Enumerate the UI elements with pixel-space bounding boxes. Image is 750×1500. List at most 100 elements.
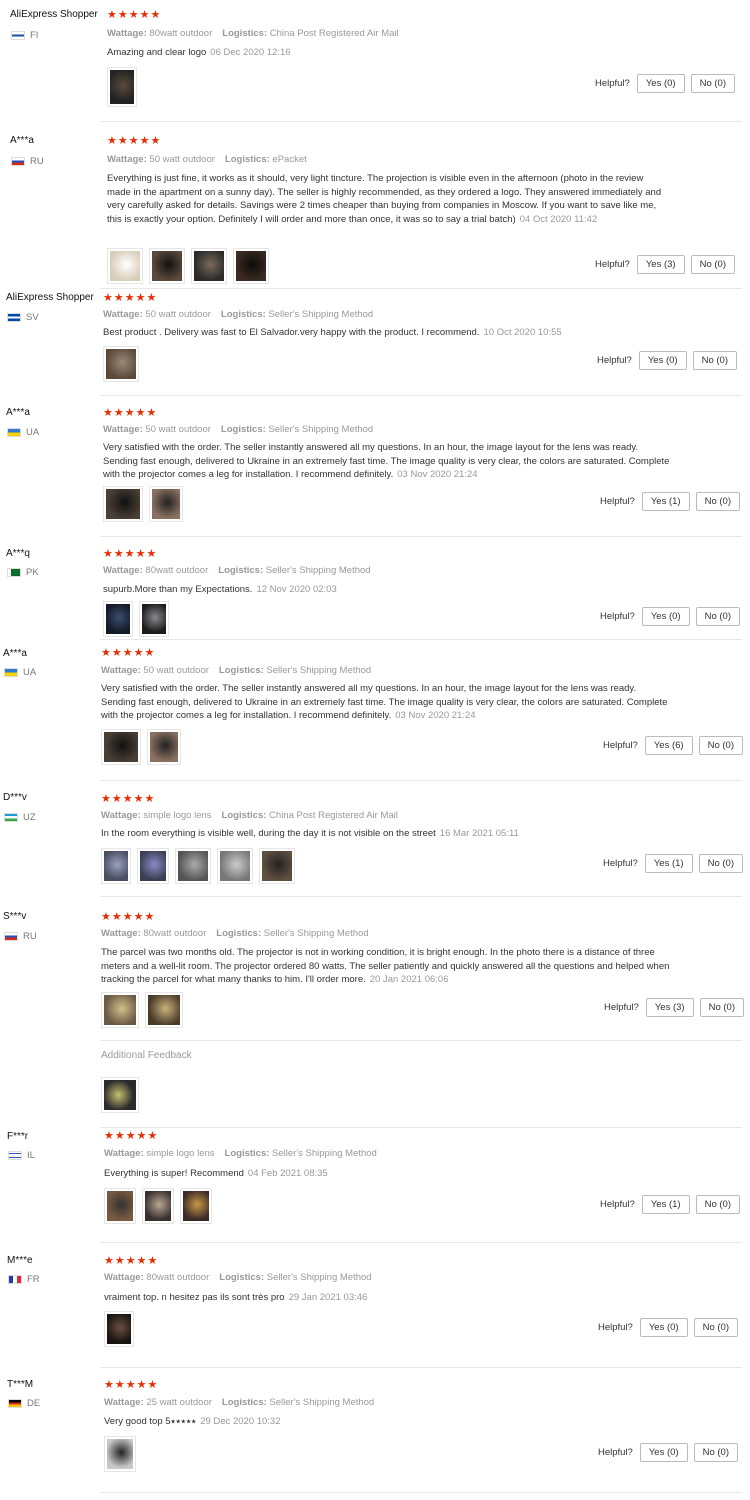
logo-projection-photo[interactable] [107, 248, 143, 284]
product-photo[interactable] [103, 346, 139, 382]
flag-icon [7, 568, 21, 577]
logistics-value: Seller's Shipping Method [266, 1272, 372, 1283]
mount-photo[interactable] [147, 729, 181, 765]
photo-image [152, 489, 180, 519]
wall-logo-photo[interactable] [101, 992, 139, 1028]
vote-no-button[interactable]: No (0) [693, 1318, 738, 1337]
vote-yes-button[interactable]: Yes (3) [645, 998, 694, 1017]
vote-yes-button[interactable]: Yes (1) [641, 492, 690, 511]
wattage-label: Wattage: [101, 810, 141, 821]
reviewer-country: IL [8, 1150, 35, 1161]
projector-box-photo[interactable] [101, 729, 141, 765]
lens-closeup-photo[interactable] [233, 248, 269, 284]
lens-photo[interactable] [191, 248, 227, 284]
logistics-label: Logistics: [220, 424, 266, 435]
photo-image [107, 1314, 131, 1344]
vote-yes-button[interactable]: Yes (1) [644, 854, 693, 873]
helpful-label: Helpful? [594, 259, 630, 270]
logistics-value: Seller's Shipping Method [268, 424, 374, 435]
review-item: A***a UA ★★★★★ Wattage: 50 watt outdoor Logi… [0, 396, 750, 537]
photo-image [104, 732, 138, 762]
review-photos [101, 848, 295, 884]
review-text: Everything is just fine, it works as it … [107, 172, 667, 227]
order-attributes: Wattage: 25 watt outdoor Logistics: Selle… [104, 1397, 374, 1408]
review-body: Best product . Delivery was fast to El S… [103, 327, 480, 338]
review-date: 06 Dec 2020 12:16 [210, 47, 291, 58]
photo-image [106, 489, 140, 519]
vote-yes-button[interactable]: Yes (3) [636, 255, 685, 274]
projector-unit-photo[interactable] [259, 848, 295, 884]
photo-image [194, 251, 224, 281]
wattage-value: simple logo lens [146, 1148, 215, 1159]
vote-yes-button[interactable]: Yes (1) [641, 1195, 690, 1214]
wall-logo-photo-2[interactable] [145, 992, 183, 1028]
vote-no-button[interactable]: No (0) [695, 492, 740, 511]
photo-image [220, 851, 250, 881]
reviewer-country: FR [8, 1274, 40, 1285]
wattage-value: 50 watt outdoor [143, 665, 209, 676]
star-rating: ★★★★★ [101, 647, 156, 659]
review-date: 12 Nov 2020 02:03 [256, 584, 337, 595]
projector-box-photo[interactable] [103, 486, 143, 522]
vote-no-button[interactable]: No (0) [695, 607, 740, 626]
review-item: AliExpress Shopper SV ★★★★★ Wattage: 50 wat… [0, 289, 750, 396]
device-photo[interactable] [104, 1436, 136, 1472]
room-projection-photo-2[interactable] [137, 848, 169, 884]
photo-image [107, 1439, 133, 1469]
star-rating: ★★★★★ [104, 1255, 159, 1267]
projector-table-photo[interactable] [175, 848, 211, 884]
vote-yes-button[interactable]: Yes (0) [636, 74, 685, 93]
wattage-label: Wattage: [104, 1272, 144, 1283]
vote-no-button[interactable]: No (0) [695, 1195, 740, 1214]
additional-logo-photo[interactable] [101, 1077, 139, 1113]
helpful-label: Helpful? [599, 1199, 635, 1210]
logistics-label: Logistics: [221, 1397, 267, 1408]
review-item: T***M DE ★★★★★ Wattage: 25 watt outdoor Logi… [0, 1368, 750, 1493]
review-date: 29 Dec 2020 10:32 [200, 1416, 281, 1427]
vote-yes-button[interactable]: Yes (0) [641, 607, 690, 626]
vote-no-button[interactable]: No (0) [690, 255, 735, 274]
additional-feedback-label: Additional Feedback [101, 1050, 192, 1061]
vote-no-button[interactable]: No (0) [698, 736, 743, 755]
logistics-label: Logistics: [218, 665, 264, 676]
vote-yes-button[interactable]: Yes (0) [638, 351, 687, 370]
review-body: Very satisfied with the order. The selle… [103, 442, 670, 481]
reviewer-country: UA [7, 427, 39, 438]
vote-no-button[interactable]: No (0) [690, 74, 735, 93]
country-code: RU [30, 156, 44, 167]
projection-night-photo[interactable] [103, 601, 133, 637]
reviewer-name: T***M [7, 1379, 34, 1390]
night-lamp-photo[interactable] [107, 67, 137, 107]
wattage-value: 25 watt outdoor [146, 1397, 212, 1408]
order-attributes: Wattage: 80watt outdoor Logistics: Seller… [103, 565, 371, 576]
vote-no-button[interactable]: No (0) [692, 351, 737, 370]
logistics-label: Logistics: [219, 1272, 265, 1283]
wattage-value: 50 watt outdoor [149, 154, 215, 165]
vote-yes-button[interactable]: Yes (0) [639, 1443, 688, 1462]
mount-photo[interactable] [149, 486, 183, 522]
review-photos [107, 248, 269, 284]
vote-yes-button[interactable]: Yes (0) [639, 1318, 688, 1337]
reviewer-country: FI [11, 30, 38, 41]
projector-photo[interactable] [149, 248, 185, 284]
vote-yes-button[interactable]: Yes (6) [644, 736, 693, 755]
review-item: AliExpress Shopper FI ★★★★★ Wattage: 80watt… [0, 0, 750, 122]
review-photos [104, 1311, 134, 1347]
projection-wall-photo[interactable] [139, 601, 169, 637]
wattage-label: Wattage: [101, 665, 141, 676]
projector-mounted-photo[interactable] [104, 1188, 136, 1224]
ceiling-photo[interactable] [142, 1188, 174, 1224]
star-rating: ★★★★★ [103, 407, 158, 419]
reviewer-name: A***q [6, 548, 30, 559]
dark-room-photo[interactable] [104, 1311, 134, 1347]
photo-image [142, 604, 166, 634]
photo-image [150, 732, 178, 762]
building-projection-photo[interactable] [180, 1188, 212, 1224]
vote-no-button[interactable]: No (0) [693, 1443, 738, 1462]
vote-no-button[interactable]: No (0) [698, 854, 743, 873]
projector-desk-photo[interactable] [217, 848, 253, 884]
room-projection-photo[interactable] [101, 848, 131, 884]
vote-no-button[interactable]: No (0) [699, 998, 744, 1017]
review-photos [101, 992, 183, 1028]
review-photos [101, 729, 181, 765]
